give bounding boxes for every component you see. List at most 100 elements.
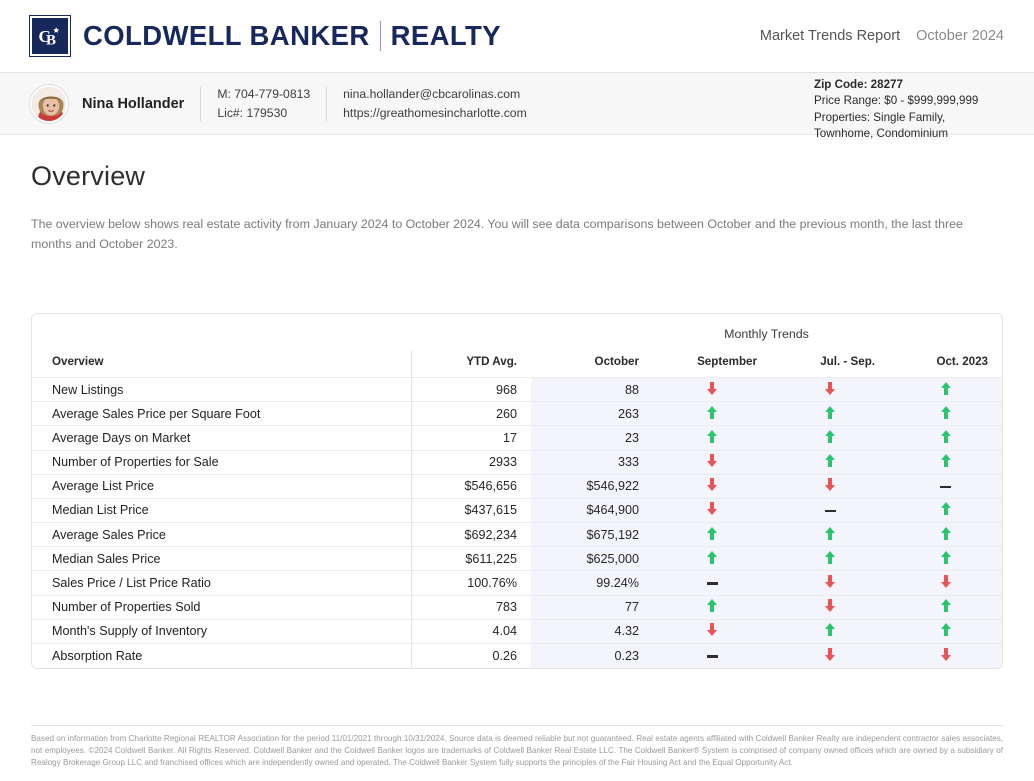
row-label: Absorption Rate	[32, 642, 411, 668]
row-ytd-avg-value: $546,656	[410, 473, 531, 499]
trend-down-arrow-icon	[823, 573, 837, 590]
row-october-value: $675,192	[531, 522, 653, 547]
table-column-header-row: Overview YTD Avg. October September Jul.…	[32, 349, 1002, 378]
row-label: Average Days on Market	[32, 425, 411, 450]
row-label: Median Sales Price	[32, 546, 411, 571]
row-oct-2023-trend	[889, 497, 1002, 523]
row-ytd-avg-value: $611,225	[410, 546, 531, 571]
trend-up-arrow-icon	[939, 525, 953, 542]
row-september-trend	[653, 425, 771, 450]
trend-up-arrow-icon	[939, 549, 953, 566]
table-group-header-row: Monthly Trends	[32, 314, 1002, 350]
row-october-value: 23	[531, 425, 653, 450]
trend-up-arrow-icon	[939, 452, 953, 469]
report-title: Market Trends Report	[759, 28, 901, 44]
row-september-trend	[653, 449, 771, 475]
row-label: Number of Properties for Sale	[32, 449, 411, 475]
agent-email[interactable]: nina.hollander@cbcarolinas.com	[343, 85, 527, 104]
row-label: Average Sales Price per Square Foot	[32, 401, 411, 426]
row-jul-sep-trend	[771, 546, 889, 571]
brand-wordmark: COLDWELL BANKER REALTY	[83, 20, 501, 52]
row-jul-sep-trend	[771, 425, 889, 450]
agent-headshot-avatar-icon	[30, 84, 68, 123]
row-ytd-avg-value: 2933	[410, 449, 531, 475]
overview-section: Overview The overview below shows real e…	[0, 161, 1034, 255]
agent-info-bar: Nina Hollander M: 704-779-0813 Lic#: 179…	[0, 73, 1034, 140]
trend-down-arrow-icon	[823, 476, 837, 493]
column-header-ytd-avg[interactable]: YTD Avg.	[410, 349, 531, 378]
row-jul-sep-trend	[771, 594, 889, 620]
column-header-september[interactable]: September	[653, 350, 771, 378]
table-body: New Listings 968 88 Average Sales Price per…	[32, 376, 1002, 668]
trend-down-arrow-icon	[705, 476, 719, 493]
row-jul-sep-trend	[771, 401, 889, 426]
agent-contact-primary: M: 704-779-0813 Lic#: 179530	[217, 85, 310, 123]
trend-up-arrow-icon	[823, 452, 837, 469]
row-ytd-avg-value: $692,234	[410, 522, 531, 547]
row-september-trend	[653, 401, 771, 426]
row-october-value: $464,900	[531, 497, 653, 523]
row-label: Sales Price / List Price Ratio	[32, 570, 411, 596]
trend-up-arrow-icon	[939, 380, 953, 397]
trend-flat-icon	[824, 509, 836, 513]
svg-text:B: B	[46, 33, 56, 49]
trend-up-arrow-icon	[939, 500, 953, 517]
page-header: C B COLDWELL BANKER REALTY Market Trends…	[0, 0, 1034, 73]
row-oct-2023-trend	[889, 401, 1002, 426]
row-oct-2023-trend	[889, 425, 1002, 450]
row-ytd-avg-value: $437,615	[410, 497, 531, 523]
overview-description: The overview below shows real estate act…	[31, 217, 963, 252]
row-ytd-avg-value: 260	[410, 401, 531, 426]
column-header-jul-sep[interactable]: Jul. - Sep.	[771, 350, 889, 378]
row-label: Number of Properties Sold	[32, 594, 411, 620]
row-label: Median List Price	[32, 497, 411, 523]
table-row: New Listings 968 88	[32, 376, 1002, 402]
agent-contact-online: nina.hollander@cbcarolinas.com https://g…	[343, 85, 527, 123]
column-header-oct-2023[interactable]: Oct. 2023	[889, 350, 1002, 378]
table-row: Number of Properties for Sale 2933 333	[32, 449, 1002, 475]
table-row: Sales Price / List Price Ratio 100.76% 99.…	[32, 570, 1002, 596]
trend-up-arrow-icon	[823, 621, 837, 638]
trend-flat-icon	[706, 655, 718, 658]
agent-mobile: M: 704-779-0813	[217, 86, 311, 101]
monthly-trends-card: Monthly Trends Overview YTD Avg. October…	[31, 312, 1003, 669]
agent-license: Lic#: 179530	[217, 105, 288, 120]
header-report-meta: Market Trends Report October 2024	[760, 28, 1004, 44]
row-label: Average List Price	[32, 473, 411, 499]
row-oct-2023-trend	[889, 473, 1002, 499]
row-jul-sep-trend	[771, 473, 889, 499]
report-date: October 2024	[916, 28, 1004, 44]
row-oct-2023-trend	[889, 546, 1002, 571]
trend-down-arrow-icon	[705, 500, 719, 517]
trend-flat-icon	[940, 485, 951, 489]
row-september-trend	[653, 376, 771, 402]
row-october-value: 99.24%	[531, 570, 653, 596]
row-ytd-avg-value: 783	[410, 594, 531, 620]
table-row: Average Sales Price per Square Foot 260 26…	[32, 401, 1002, 426]
criteria-property-types: Properties: Single Family, Townhome, Con…	[814, 110, 949, 141]
row-september-trend	[653, 594, 771, 620]
row-ytd-avg-value: 968	[410, 376, 531, 402]
column-header-october[interactable]: October	[531, 350, 653, 378]
agent-website[interactable]: https://greathomesincharlotte.com	[343, 104, 527, 123]
row-october-value: 263	[531, 401, 653, 426]
group-header-monthly-trends: Monthly Trends	[724, 326, 809, 341]
row-oct-2023-trend	[889, 618, 1002, 644]
brand-lockup: C B COLDWELL BANKER REALTY	[29, 15, 501, 57]
table-row: Average List Price $546,656 $546,922	[32, 473, 1002, 499]
row-jul-sep-trend	[771, 618, 889, 644]
row-september-trend	[653, 497, 771, 523]
row-october-value: 77	[531, 594, 653, 620]
column-header-overview[interactable]: Overview	[32, 350, 411, 378]
trend-up-arrow-icon	[705, 549, 719, 566]
overview-trends-table: Monthly Trends Overview YTD Avg. October…	[32, 314, 1002, 668]
trend-down-arrow-icon	[705, 380, 719, 397]
brand-divider	[379, 21, 381, 51]
row-jul-sep-trend	[771, 642, 889, 668]
row-ytd-avg-value: 4.04	[410, 618, 531, 644]
table-row: Month's Supply of Inventory 4.04 4.32	[32, 618, 1002, 644]
row-september-trend	[653, 522, 771, 547]
trend-up-arrow-icon	[939, 621, 953, 638]
row-october-value: 0.23	[531, 642, 653, 668]
table-head: Monthly Trends Overview YTD Avg. October…	[32, 314, 1002, 378]
